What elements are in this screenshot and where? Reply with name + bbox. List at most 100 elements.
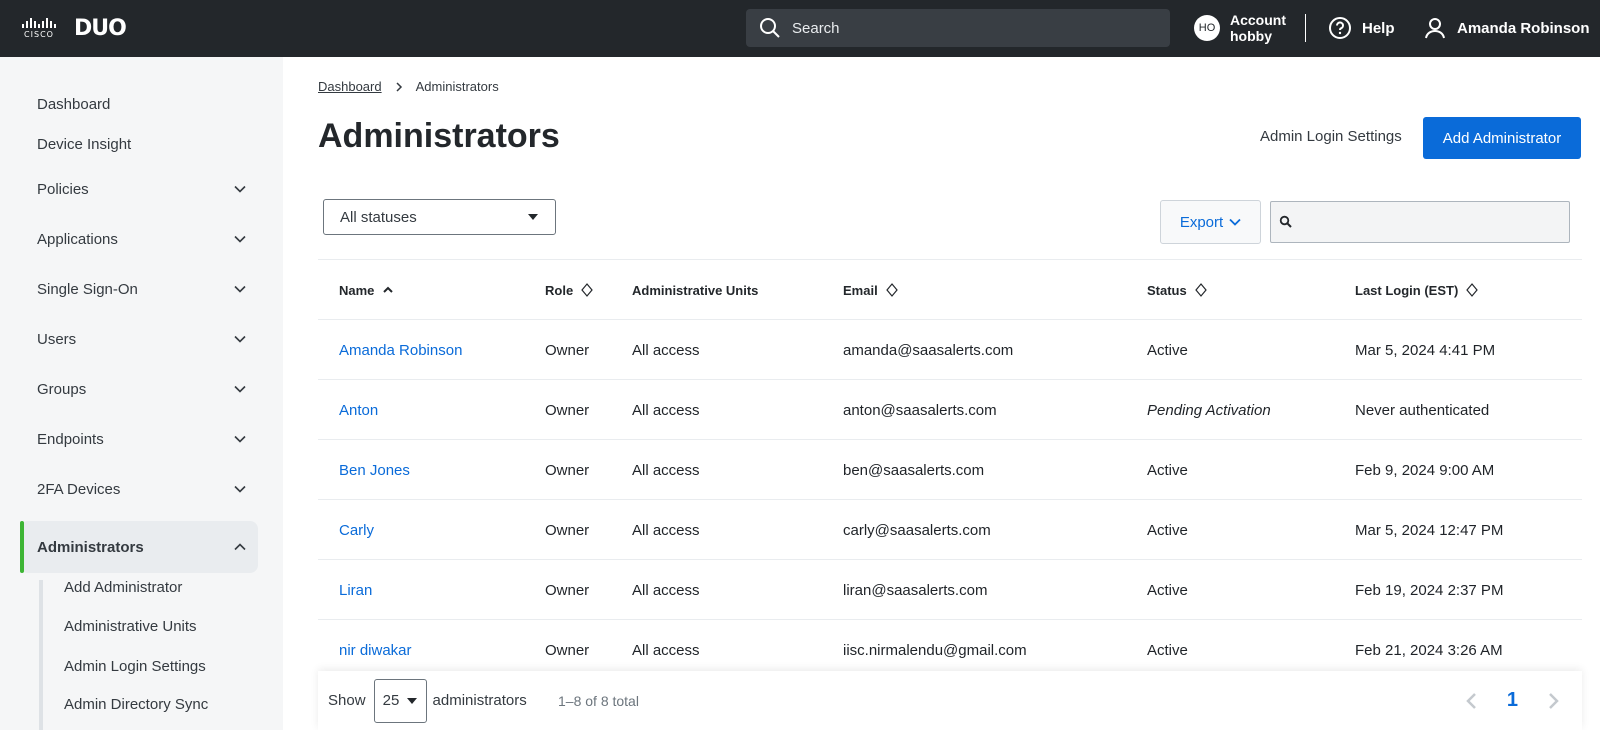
admin-role: Owner (545, 341, 590, 359)
account-label: Account hobby (1230, 12, 1286, 44)
table-row: Liran Owner All access liran@saasalerts.… (318, 559, 1582, 619)
chevron-down-icon (234, 485, 246, 493)
header-label: Role (545, 282, 574, 298)
admin-login-settings-link[interactable]: Admin Login Settings (1260, 128, 1402, 145)
show-label: Show (328, 692, 366, 709)
account-line-1: Account (1230, 12, 1286, 28)
sort-icon (581, 283, 593, 297)
column-header-last-login[interactable]: Last Login (EST) (1355, 260, 1479, 320)
duo-logo[interactable]: DUO (74, 16, 127, 41)
header-label: Status (1147, 282, 1187, 298)
sidebar-item-single-sign-on[interactable]: Single Sign-On (37, 277, 247, 301)
sort-ascending-icon (383, 286, 394, 293)
sidebar-subitem-add-administrator[interactable]: Add Administrator (64, 579, 182, 596)
table-row: Ben Jones Owner All access ben@saasalert… (318, 439, 1582, 499)
admin-name-link[interactable]: Amanda Robinson (339, 320, 462, 380)
caret-down-icon (407, 697, 418, 704)
admin-role: Owner (545, 521, 590, 539)
status-filter-select[interactable]: All statuses (323, 199, 556, 235)
search-icon (760, 18, 780, 38)
chevron-down-icon (234, 185, 246, 193)
user-name: Amanda Robinson (1457, 19, 1590, 37)
table-row: Carly Owner All access carly@saasalerts.… (318, 499, 1582, 559)
admin-name-link[interactable]: Anton (339, 380, 378, 440)
sidebar-subitem-admin-directory-sync[interactable]: Admin Directory Sync (64, 696, 208, 713)
admin-last-login: Feb 9, 2024 9:00 AM (1355, 461, 1495, 479)
search-placeholder: Search (792, 19, 840, 37)
admin-last-login: Feb 19, 2024 2:37 PM (1355, 581, 1504, 599)
account-switcher[interactable]: HO Account hobby (1194, 12, 1286, 44)
status-filter-value: All statuses (340, 208, 417, 226)
admin-name-link[interactable]: Carly (339, 500, 374, 560)
column-header-email[interactable]: Email (843, 260, 898, 320)
account-line-2: hobby (1230, 28, 1272, 44)
table-row: nir diwakar Owner All access iisc.nirmal… (318, 619, 1582, 679)
help-circle-icon (1329, 17, 1351, 39)
table-row: Anton Owner All access anton@saasalerts.… (318, 379, 1582, 439)
submenu-rail (39, 580, 43, 730)
cisco-bars-icon (22, 18, 56, 28)
cisco-logo[interactable]: CISCO (22, 18, 56, 40)
admin-last-login: Never authenticated (1355, 401, 1490, 419)
sidebar-item-endpoints[interactable]: Endpoints (37, 427, 247, 451)
help-button[interactable]: Help (1328, 16, 1395, 40)
sidebar-item-administrators[interactable]: Administrators (37, 535, 247, 559)
chevron-down-icon (234, 385, 246, 393)
sidebar-item-dashboard[interactable]: Dashboard (37, 92, 247, 116)
column-header-status[interactable]: Status (1147, 260, 1207, 320)
export-label: Export (1179, 213, 1224, 231)
sidebar-item-2fa-devices[interactable]: 2FA Devices (37, 477, 247, 501)
page-size-select[interactable]: 25 (373, 678, 427, 723)
sidebar-item-label: 2FA Devices (37, 480, 121, 498)
admin-units: All access (632, 521, 700, 539)
page-size-unit-label: administrators (432, 692, 527, 709)
chevron-left-icon[interactable] (1465, 692, 1479, 710)
table-search-input[interactable] (1270, 201, 1570, 243)
administrators-table: Name Role Administrative Units Email Sta… (318, 259, 1582, 679)
table-row: Amanda Robinson Owner All access amanda@… (318, 319, 1582, 379)
help-label: Help (1362, 19, 1395, 37)
breadcrumb-current: Administrators (415, 79, 499, 94)
sidebar-subitem-admin-login-settings[interactable]: Admin Login Settings (64, 658, 206, 675)
sidebar-item-applications[interactable]: Applications (37, 227, 247, 251)
admin-email: liran@saasalerts.com (843, 581, 988, 599)
sidebar-item-label: Device Insight (37, 135, 132, 153)
export-button[interactable]: Export (1160, 200, 1261, 244)
caret-down-icon (528, 214, 538, 220)
top-bar: CISCO DUO Search HO Account hobby Help A… (0, 0, 1600, 57)
admin-email: anton@saasalerts.com (843, 401, 997, 419)
sidebar-item-policies[interactable]: Policies (37, 177, 247, 201)
global-search-input[interactable]: Search (746, 9, 1170, 47)
sidebar-item-label: Applications (37, 230, 118, 248)
column-header-name[interactable]: Name (339, 260, 394, 320)
chevron-down-icon (1229, 218, 1241, 226)
add-administrator-button[interactable]: Add Administrator (1423, 117, 1581, 159)
sidebar-subitem-administrative-units[interactable]: Administrative Units (64, 618, 197, 635)
sidebar-item-users[interactable]: Users (37, 327, 247, 351)
current-page-number[interactable]: 1 (1507, 689, 1518, 712)
admin-units: All access (632, 401, 700, 419)
column-header-role[interactable]: Role (545, 260, 593, 320)
cisco-wordmark: CISCO (24, 30, 54, 39)
breadcrumb-dashboard-link[interactable]: Dashboard (318, 79, 382, 94)
sidebar: Dashboard Device Insight Policies Applic… (0, 57, 283, 730)
header-label: Name (339, 282, 375, 298)
breadcrumb: Dashboard Administrators (318, 79, 499, 94)
sort-icon (1194, 283, 1207, 297)
sidebar-item-label: Administrators (37, 538, 144, 556)
admin-name-link[interactable]: Ben Jones (339, 440, 410, 500)
sidebar-item-device-insight[interactable]: Device Insight (37, 132, 247, 156)
user-menu[interactable]: Amanda Robinson (1423, 16, 1590, 40)
admin-email: carly@saasalerts.com (843, 521, 991, 539)
sidebar-item-groups[interactable]: Groups (37, 377, 247, 401)
chevron-right-icon[interactable] (1546, 692, 1560, 710)
admin-units: All access (632, 341, 700, 359)
sidebar-item-label: Dashboard (37, 95, 111, 113)
table-pagination-bar: Show 25 administrators 1–8 of 8 total 1 (318, 671, 1582, 730)
admin-name-link[interactable]: Liran (339, 560, 372, 620)
header-label: Administrative Units (632, 282, 759, 298)
account-avatar: HO (1194, 15, 1220, 41)
admin-role: Owner (545, 581, 590, 599)
sidebar-item-label: Policies (37, 180, 89, 198)
chevron-up-icon (234, 543, 246, 551)
